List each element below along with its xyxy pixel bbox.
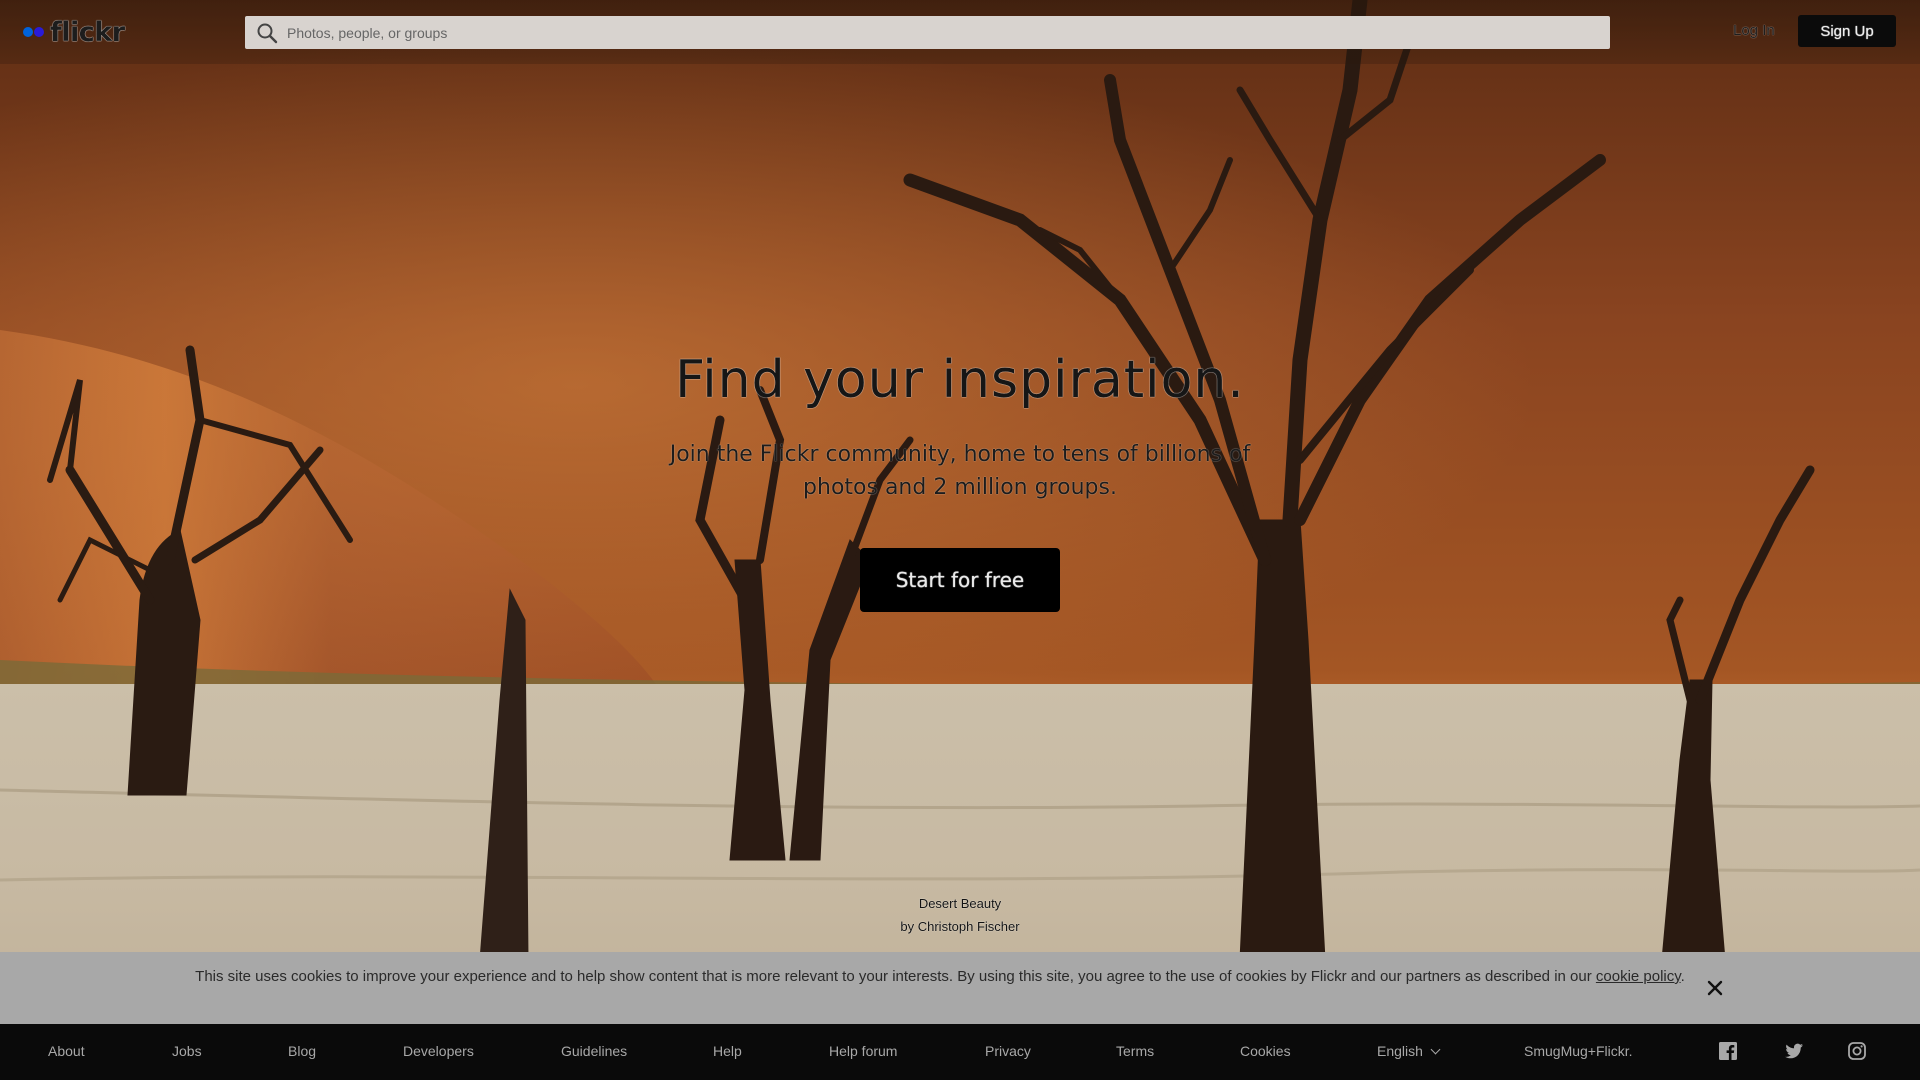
logo-dot-blue xyxy=(23,27,33,37)
instagram-icon[interactable] xyxy=(1847,1041,1867,1061)
cookie-policy-link[interactable]: cookie policy xyxy=(1596,968,1681,985)
search-icon[interactable] xyxy=(255,21,279,45)
footer-link-help-forum[interactable]: Help forum xyxy=(829,1043,897,1059)
language-selector[interactable]: English xyxy=(1377,1043,1441,1059)
logo-dot-second xyxy=(34,27,44,37)
footer-link-about[interactable]: About xyxy=(48,1043,85,1059)
facebook-icon[interactable] xyxy=(1718,1041,1738,1061)
close-icon[interactable] xyxy=(1703,976,1727,1000)
photo-author-link[interactable]: by Christoph Fischer xyxy=(900,919,1019,934)
search-bar[interactable] xyxy=(245,16,1610,49)
footer-link-blog[interactable]: Blog xyxy=(288,1043,316,1059)
login-link[interactable]: Log In xyxy=(1733,22,1775,39)
twitter-icon[interactable] xyxy=(1784,1041,1804,1061)
footer-link-privacy[interactable]: Privacy xyxy=(985,1043,1031,1059)
footer-link-cookies[interactable]: Cookies xyxy=(1240,1043,1291,1059)
hero-title: Find your inspiration. xyxy=(675,350,1245,410)
language-label: English xyxy=(1377,1043,1423,1059)
logo-wordmark: flickr xyxy=(50,16,125,48)
flickr-logo[interactable]: flickr xyxy=(23,15,125,49)
footer-link-jobs[interactable]: Jobs xyxy=(172,1043,202,1059)
footer-link-developers[interactable]: Developers xyxy=(403,1043,474,1059)
footer-link-help[interactable]: Help xyxy=(713,1043,742,1059)
chevron-down-icon xyxy=(1430,1044,1441,1055)
footer-link-smugmug[interactable]: SmugMug+Flickr. xyxy=(1524,1043,1633,1059)
start-for-free-button[interactable]: Start for free xyxy=(860,548,1060,612)
photo-title-link[interactable]: Desert Beauty xyxy=(919,896,1001,911)
signup-button[interactable]: Sign Up xyxy=(1798,15,1896,47)
cookie-message-text: This site uses cookies to improve your e… xyxy=(195,968,1592,985)
photo-credit: Desert Beauty by Christoph Fischer xyxy=(0,892,1920,938)
footer-link-guidelines[interactable]: Guidelines xyxy=(561,1043,627,1059)
top-navigation-bar: flickr Log In Sign Up xyxy=(0,0,1920,64)
cookie-message: This site uses cookies to improve your e… xyxy=(190,965,1690,989)
footer-link-terms[interactable]: Terms xyxy=(1116,1043,1154,1059)
footer: About Jobs Blog Developers Guidelines He… xyxy=(0,1024,1920,1080)
cookie-banner: This site uses cookies to improve your e… xyxy=(0,952,1920,1024)
cookie-message-period: . xyxy=(1680,968,1685,985)
hero-section: Find your inspiration. Join the Flickr c… xyxy=(0,350,1920,612)
search-input[interactable] xyxy=(285,16,1610,49)
hero-subtitle: Join the Flickr community, home to tens … xyxy=(669,442,1251,500)
